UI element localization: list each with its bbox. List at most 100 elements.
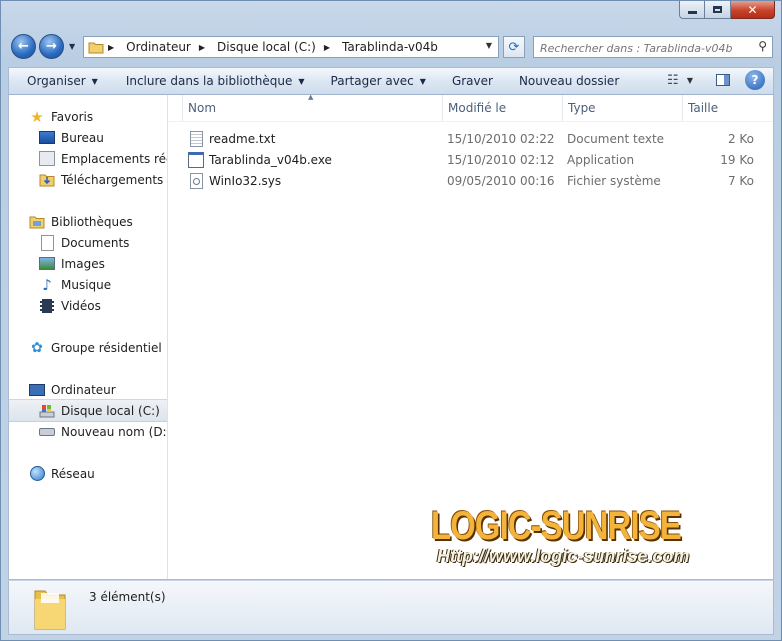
nav-network[interactable]: Réseau bbox=[9, 463, 167, 484]
include-library-button[interactable]: Inclure dans la bibliothèque ▼ bbox=[116, 69, 315, 93]
file-row[interactable]: Tarablinda_v04b.exe 15/10/2010 02:12 App… bbox=[168, 149, 773, 170]
file-name-cell: WinIo32.sys bbox=[188, 170, 281, 191]
network-globe-icon bbox=[29, 466, 45, 482]
nav-downloads[interactable]: Téléchargements bbox=[9, 169, 167, 190]
nav-computer[interactable]: Ordinateur bbox=[9, 379, 167, 400]
file-modified: 09/05/2010 00:16 bbox=[447, 173, 555, 188]
file-row[interactable]: readme.txt 15/10/2010 02:22 Document tex… bbox=[168, 128, 773, 149]
text-file-icon bbox=[188, 130, 204, 147]
search-icon[interactable]: ⚲ bbox=[758, 39, 767, 53]
file-size: 19 Ko bbox=[720, 152, 754, 167]
column-header-type[interactable]: Type bbox=[562, 95, 682, 121]
nav-label: Téléchargements bbox=[61, 172, 164, 187]
help-button[interactable]: ? bbox=[745, 70, 765, 90]
burn-button[interactable]: Graver bbox=[442, 69, 503, 93]
nav-local-disk-c[interactable]: Disque local (C:) bbox=[9, 399, 167, 422]
nav-label: Favoris bbox=[51, 109, 94, 124]
music-note-icon: ♪ bbox=[42, 275, 52, 294]
nav-label: Bibliothèques bbox=[51, 214, 133, 229]
system-drive-icon bbox=[39, 403, 55, 419]
view-controls: ☷ ▼ ? bbox=[665, 70, 765, 90]
nav-label: Musique bbox=[61, 277, 112, 292]
column-label: Nom bbox=[188, 101, 217, 115]
folder-large-icon bbox=[31, 587, 71, 634]
file-size: 7 Ko bbox=[727, 173, 754, 188]
details-pane: 3 élément(s) bbox=[8, 580, 774, 635]
address-row: ← → ▼ ▶ Ordinateur ▶ Disque local (C:) ▶ T… bbox=[9, 34, 773, 60]
breadcrumb-label: Tarablinda-v04b bbox=[342, 40, 438, 54]
nav-desktop[interactable]: Bureau bbox=[9, 127, 167, 148]
preview-pane-button[interactable] bbox=[715, 73, 731, 87]
nav-music[interactable]: ♪ Musique bbox=[9, 274, 167, 295]
search-input[interactable] bbox=[538, 38, 752, 58]
command-bar: Organiser ▼ Inclure dans la bibliothèque ▼… bbox=[8, 67, 774, 95]
chevron-down-icon: ▼ bbox=[419, 76, 426, 86]
chevron-down-icon: ▼ bbox=[91, 76, 98, 86]
file-name: readme.txt bbox=[209, 131, 276, 146]
libraries-icon bbox=[29, 214, 45, 230]
breadcrumb-label: Disque local (C:) bbox=[217, 40, 316, 54]
organize-label: Organiser bbox=[27, 74, 86, 88]
maximize-button[interactable] bbox=[705, 1, 731, 19]
nav-images[interactable]: Images bbox=[9, 253, 167, 274]
nav-label: Vidéos bbox=[61, 298, 101, 313]
file-type: Document texte bbox=[567, 131, 665, 146]
nav-recent-places[interactable]: Emplacements récen bbox=[9, 148, 167, 169]
nav-label: Réseau bbox=[51, 466, 95, 481]
file-row[interactable]: WinIo32.sys 09/05/2010 00:16 Fichier sys… bbox=[168, 170, 773, 191]
nav-label: Groupe résidentiel bbox=[51, 340, 162, 355]
nav-libraries[interactable]: Bibliothèques bbox=[9, 211, 167, 232]
recent-places-icon bbox=[39, 151, 55, 167]
preview-pane-icon bbox=[716, 74, 730, 86]
watermark-url: Http://www.logic-sunrise.com bbox=[437, 546, 690, 566]
minimize-button[interactable] bbox=[679, 1, 705, 19]
column-header-modified[interactable]: Modifié le bbox=[442, 95, 562, 121]
change-view-button[interactable]: ☷ bbox=[665, 73, 681, 88]
column-header-size[interactable]: Taille bbox=[682, 95, 762, 121]
file-modified: 15/10/2010 02:12 bbox=[447, 152, 555, 167]
forward-button[interactable]: → bbox=[39, 34, 64, 59]
downloads-folder-icon bbox=[39, 172, 55, 188]
address-dropdown-icon[interactable]: ▼ bbox=[486, 41, 492, 50]
new-folder-button[interactable]: Nouveau dossier bbox=[509, 69, 629, 93]
search-box[interactable]: ⚲ bbox=[533, 36, 773, 58]
minimize-icon bbox=[687, 11, 697, 14]
nav-label: Bureau bbox=[61, 130, 104, 145]
nav-label: Nouveau nom (D:) bbox=[61, 424, 168, 439]
view-dropdown-icon[interactable]: ▼ bbox=[687, 76, 693, 85]
breadcrumb-local-disk[interactable]: Disque local (C:) ▶ bbox=[217, 40, 336, 54]
breadcrumb-label: Ordinateur bbox=[126, 40, 191, 54]
nav-homegroup[interactable]: ✿ Groupe résidentiel bbox=[9, 337, 167, 358]
share-with-button[interactable]: Partager avec ▼ bbox=[321, 69, 436, 93]
chevron-down-icon: ▼ bbox=[298, 76, 305, 86]
breadcrumb-root-chevron[interactable]: ▶ bbox=[104, 43, 120, 52]
back-arrow-icon: ← bbox=[18, 39, 29, 54]
nav-favorites[interactable]: ★ Favoris bbox=[9, 106, 167, 127]
refresh-button[interactable]: ⟳ bbox=[503, 36, 525, 58]
explorer-window: ✕ ← → ▼ ▶ Ordinateur ▶ Disque local (C:) ▶… bbox=[0, 0, 782, 641]
nav-documents[interactable]: Documents bbox=[9, 232, 167, 253]
breadcrumb-computer[interactable]: Ordinateur ▶ bbox=[126, 40, 211, 54]
caption-buttons: ✕ bbox=[679, 1, 775, 19]
close-icon: ✕ bbox=[747, 2, 758, 17]
desktop-icon bbox=[39, 130, 55, 146]
file-type: Application bbox=[567, 152, 635, 167]
nav-label: Images bbox=[61, 256, 105, 271]
column-header-name[interactable]: Nom bbox=[182, 95, 442, 121]
navigation-pane[interactable]: ★ Favoris Bureau Emplacements récen Télé… bbox=[9, 95, 168, 579]
nav-new-volume-d[interactable]: Nouveau nom (D:) bbox=[9, 421, 168, 442]
organize-button[interactable]: Organiser ▼ bbox=[9, 69, 108, 93]
breadcrumb-current-folder[interactable]: Tarablinda-v04b bbox=[342, 40, 438, 54]
documents-icon bbox=[39, 234, 55, 251]
watermark: LOGIC-SUNRISE Http://www.logic-sunrise.c… bbox=[431, 504, 690, 567]
nav-videos[interactable]: Vidéos bbox=[9, 295, 167, 316]
homegroup-icon: ✿ bbox=[31, 339, 43, 356]
refresh-icon: ⟳ bbox=[508, 39, 520, 55]
recent-pages-dropdown-icon[interactable]: ▼ bbox=[69, 42, 75, 51]
close-button[interactable]: ✕ bbox=[731, 1, 775, 19]
address-bar[interactable]: ▶ Ordinateur ▶ Disque local (C:) ▶ Tarabli… bbox=[83, 36, 499, 58]
file-name-cell: readme.txt bbox=[188, 128, 275, 149]
burn-label: Graver bbox=[451, 74, 493, 88]
back-button[interactable]: ← bbox=[11, 34, 36, 59]
nav-label: Emplacements récen bbox=[61, 151, 167, 166]
